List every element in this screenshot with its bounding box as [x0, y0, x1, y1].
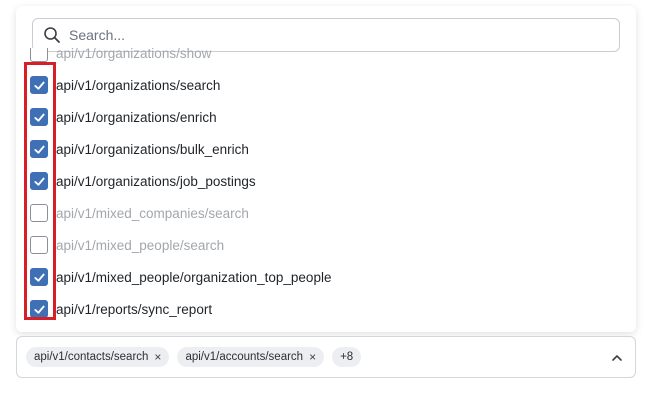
list-item[interactable]: api/v1/reports/sync_report: [30, 293, 212, 325]
list-item-label: api/v1/reports/sync_report: [56, 301, 213, 317]
list-item-label: api/v1/organizations/show: [56, 48, 212, 61]
checkbox-checked[interactable]: [30, 172, 48, 190]
checkbox-checked[interactable]: [30, 268, 48, 286]
list-item[interactable]: api/v1/organizations/search: [30, 69, 220, 101]
check-icon: [33, 113, 45, 122]
search-box[interactable]: [32, 18, 620, 52]
multi-select-control[interactable]: api/v1/contacts/search × api/v1/accounts…: [16, 336, 636, 378]
list-item[interactable]: api/v1/organizations/enrich: [30, 101, 217, 133]
selected-tag: api/v1/accounts/search ×: [177, 347, 325, 367]
tag-label: api/v1/accounts/search: [185, 351, 304, 363]
list-item[interactable]: api/v1/mixed_people/organization_top_peo…: [30, 261, 331, 293]
checkbox-unchecked[interactable]: [30, 236, 48, 254]
search-input[interactable]: [69, 27, 609, 43]
list-item-label: api/v1/organizations/bulk_enrich: [56, 141, 249, 157]
list-item-label: api/v1/organizations/job_postings: [56, 173, 256, 189]
checkbox-unchecked[interactable]: [30, 48, 48, 62]
list-item[interactable]: api/v1/organizations/show: [30, 48, 211, 69]
check-icon: [33, 305, 45, 314]
tag-label: api/v1/contacts/search: [34, 351, 149, 363]
checkbox-checked[interactable]: [30, 108, 48, 126]
options-dropdown: api/v1/organizations/show api/v1/organiza…: [16, 6, 636, 332]
check-icon: [33, 81, 45, 90]
list-item-label: api/v1/mixed_companies/search: [56, 205, 249, 221]
check-icon: [33, 177, 45, 186]
checkbox-checked[interactable]: [30, 76, 48, 94]
checkbox-checked[interactable]: [30, 300, 48, 318]
more-selected-badge[interactable]: +8: [332, 347, 362, 367]
check-icon: [33, 273, 45, 282]
tag-remove-icon[interactable]: ×: [309, 351, 316, 363]
search-icon: [43, 26, 61, 44]
list-item-label: api/v1/mixed_people/search: [56, 237, 225, 253]
checkbox-checked[interactable]: [30, 140, 48, 158]
tag-remove-icon[interactable]: ×: [154, 351, 161, 363]
list-item[interactable]: api/v1/mixed_people/search: [30, 229, 224, 261]
list-item[interactable]: api/v1/organizations/job_postings: [30, 165, 256, 197]
list-item-label: api/v1/organizations/search: [56, 77, 221, 93]
list-item[interactable]: api/v1/organizations/bulk_enrich: [30, 133, 249, 165]
check-icon: [33, 145, 45, 154]
chevron-up-icon[interactable]: [611, 351, 623, 363]
selected-tag: api/v1/contacts/search ×: [26, 347, 170, 367]
list-item[interactable]: api/v1/mixed_companies/search: [30, 197, 249, 229]
options-list: api/v1/organizations/show api/v1/organiza…: [16, 48, 622, 332]
checkbox-unchecked[interactable]: [30, 204, 48, 222]
list-item-label: api/v1/mixed_people/organization_top_peo…: [56, 269, 332, 285]
list-item-label: api/v1/organizations/enrich: [56, 109, 217, 125]
